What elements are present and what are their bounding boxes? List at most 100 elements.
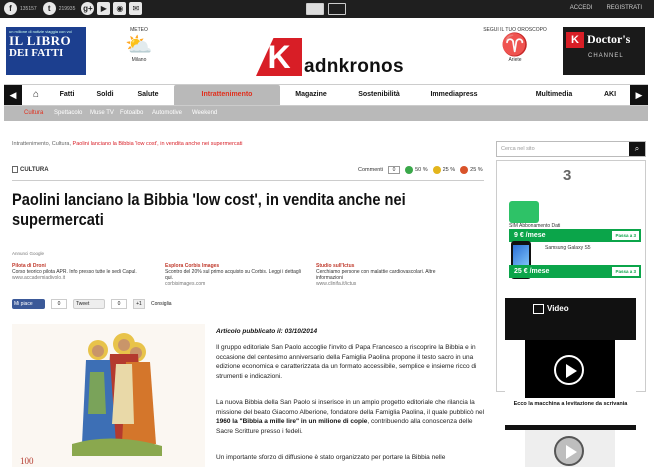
site-search: Cerca nel sito ⌕ — [496, 141, 646, 157]
comments-count: 0 — [388, 166, 401, 174]
twitter-icon[interactable]: t — [42, 2, 56, 15]
adnkronos-logo[interactable]: K adnkronos — [256, 38, 404, 78]
video-header: Video — [505, 298, 636, 320]
google-plus-label: Consiglia — [151, 301, 172, 307]
view-toggle — [306, 3, 346, 15]
passa-a-3-button[interactable]: Passa a 3 — [612, 231, 639, 240]
nav-item-soldi[interactable]: Soldi — [88, 85, 122, 105]
sad-face-icon — [460, 166, 469, 174]
breadcrumb-path[interactable]: Intrattenimento, Cultura, — [12, 141, 73, 147]
site-header: un milione di notizie viaggia con voi IL… — [0, 18, 654, 82]
web-view-icon[interactable] — [306, 3, 324, 15]
bible-cover-illustration: 100 — [12, 324, 205, 467]
share-bar: Mi piace 0 Tweet 0 +1 Consiglia — [12, 299, 172, 309]
youtube-icon[interactable]: ▶ — [97, 2, 111, 15]
partly-cloudy-icon: ⛅ — [125, 32, 153, 57]
subnav-item-spettacolo[interactable]: Spettacolo — [54, 106, 82, 121]
google-ad-1[interactable]: Pilota di Droni Corso teorico pilota APR… — [12, 263, 157, 281]
play-icon[interactable] — [554, 355, 584, 385]
nav-item-salute[interactable]: Salute — [130, 85, 166, 105]
doctors-life-logo[interactable]: K Doctor's CHANNEL — [563, 27, 645, 75]
mood-sad[interactable]: 25 % — [460, 166, 483, 174]
article-meta-bar: Commenti 0 50 % 25 % 25 % — [358, 166, 483, 174]
nav-item-immediapress[interactable]: Immediapress — [424, 85, 484, 105]
video-item-2[interactable] — [505, 430, 636, 467]
nav-item-fatti[interactable]: Fatti — [50, 85, 84, 105]
facebook-like-count: 0 — [51, 299, 67, 309]
twitter-count: 219935 — [58, 5, 76, 12]
oroscopo-widget[interactable]: SEGUI IL TUO OROSCOPO ♈ Ariete — [482, 27, 548, 63]
subnav-item-automotive[interactable]: Automotive — [152, 106, 182, 121]
nav-prev-arrow-icon[interactable]: ◀ — [4, 85, 22, 105]
subnav-item-weekend[interactable]: Weekend — [192, 106, 217, 121]
video-caption: Ecco la macchina a levitazione da scriva… — [513, 401, 628, 407]
tweet-button[interactable]: Tweet — [73, 299, 105, 309]
facebook-icon[interactable]: f — [4, 2, 17, 15]
film-icon — [533, 304, 544, 314]
google-plus-icon[interactable]: g+ — [81, 2, 95, 15]
play-icon-2[interactable] — [554, 436, 584, 466]
sub-nav: Cultura Spettacolo Muse TV Fotoalbo Auto… — [4, 106, 648, 121]
subnav-item-muse-tv[interactable]: Muse TV — [90, 106, 114, 121]
adnkronos-k-mark: K — [256, 38, 302, 76]
nav-item-aki[interactable]: AKI — [598, 85, 622, 105]
subnav-item-fotoalbo[interactable]: Fotoalbo — [120, 106, 143, 121]
mail-icon[interactable]: ✉ — [129, 2, 143, 15]
tre-logo: 3 — [563, 167, 572, 184]
nav-item-intrattenimento[interactable]: Intrattenimento — [174, 85, 280, 105]
adnkronos-wordmark: adnkronos — [304, 56, 404, 77]
nav-item-magazine[interactable]: Magazine — [288, 85, 334, 105]
login-link[interactable]: ACCEDI — [570, 5, 593, 11]
nav-next-arrow-icon[interactable]: ▶ — [630, 85, 648, 105]
facebook-like-button[interactable]: Mi piace — [12, 299, 45, 309]
article-paragraph-3: Un importante sforzo di diffusione è sta… — [216, 454, 446, 461]
article-category: CULTURA — [12, 166, 49, 173]
article-paragraph-1: Il gruppo editoriale San Paolo accoglie … — [216, 344, 477, 380]
svg-text:100: 100 — [20, 456, 34, 466]
meteo-city: Milano — [131, 57, 147, 63]
tweet-count: 0 — [111, 299, 127, 309]
il-libro-dei-fatti-logo[interactable]: un milione di notizie viaggia con voi IL… — [6, 27, 86, 75]
account-links: ACCEDI REGISTRATI — [570, 5, 642, 11]
meteo-widget[interactable]: METEO ⛅ Milano — [122, 27, 156, 63]
google-plus-button[interactable]: +1 — [133, 299, 145, 309]
print-icon[interactable] — [12, 166, 18, 173]
offer-sim-dati: SIM Abbonamento Dati 9 € /mese Passa a 3 — [509, 223, 641, 242]
main-nav: ◀ ⌂ Fatti Soldi Salute Intrattenimento M… — [4, 84, 648, 106]
article-title: Paolini lanciano la Bibbia 'low cost', i… — [12, 190, 406, 229]
happy-face-icon — [405, 166, 414, 174]
neutral-face-icon — [432, 166, 441, 174]
article-paragraph-2: La nuova Bibbia della San Paolo si inser… — [216, 399, 485, 435]
video-item-1[interactable]: Ecco la macchina a levitazione da scriva… — [505, 340, 636, 425]
facebook-count: 135157 — [20, 5, 37, 12]
home-icon[interactable]: ⌂ — [26, 85, 46, 105]
mood-neutral[interactable]: 25 % — [432, 166, 455, 174]
offer-galaxy-s5: Samsung Galaxy S5 — [545, 245, 591, 251]
offer-galaxy-price: 25 € /mese Passa a 3 — [509, 265, 641, 278]
comments-label[interactable]: Commenti — [358, 167, 383, 173]
subnav-item-cultura[interactable]: Cultura — [24, 106, 43, 121]
divider — [12, 180, 484, 181]
register-link[interactable]: REGISTRATI — [606, 5, 642, 11]
google-ad-2[interactable]: Esplora Corbis Images Scontro del 20% su… — [165, 263, 310, 287]
google-ad-3[interactable]: Studio sull'Ictus Cerchiamo persone con … — [316, 263, 461, 287]
aries-icon: ♈ — [501, 32, 529, 57]
video-widget: Video Ecco la macchina a levitazione da … — [505, 298, 636, 467]
publication-date: Articolo pubblicato il: 03/10/2014 — [216, 328, 318, 335]
search-input[interactable]: Cerca nel sito — [501, 146, 535, 152]
article-image: 100 — [12, 324, 205, 467]
doctors-life-k-mark: K — [566, 32, 584, 48]
breadcrumb: Intrattenimento, Cultura, Paolini lancia… — [12, 141, 242, 147]
nav-item-multimedia[interactable]: Multimedia — [528, 85, 580, 105]
top-bar: f 135157 t 219935 g+ ▶ ◉ ✉ ACCEDI REGIST… — [0, 0, 654, 18]
nav-item-sostenibilita[interactable]: Sostenibilità — [348, 85, 410, 105]
passa-a-3-button-2[interactable]: Passa a 3 — [612, 267, 639, 276]
oroscopo-sign: Ariete — [508, 57, 522, 63]
mood-happy[interactable]: 50 % — [405, 166, 428, 174]
book-view-icon[interactable] — [328, 3, 346, 15]
social-counters: f 135157 t 219935 g+ ▶ ◉ ✉ — [4, 2, 143, 15]
sim-card-image — [509, 201, 539, 223]
ads-label: Annunci Google — [12, 251, 45, 256]
rss-icon[interactable]: ◉ — [113, 2, 127, 15]
search-icon[interactable]: ⌕ — [629, 142, 645, 156]
